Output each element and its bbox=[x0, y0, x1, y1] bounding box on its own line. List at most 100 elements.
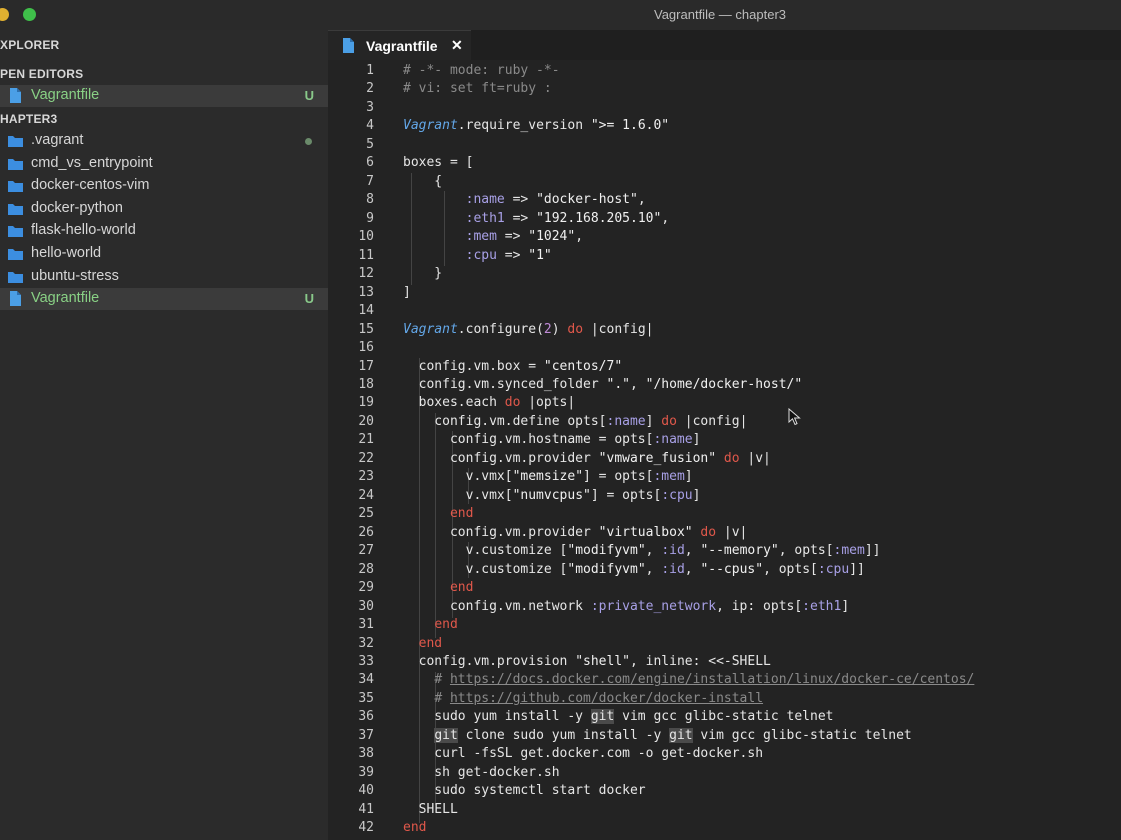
code-line[interactable]: # https://github.com/docker/docker-insta… bbox=[403, 690, 974, 708]
tree-item-ubuntu-stress[interactable]: ubuntu-stress bbox=[0, 266, 328, 288]
untracked-badge: U bbox=[304, 88, 314, 103]
code-line[interactable]: end bbox=[403, 505, 974, 523]
tree-item-hello-world[interactable]: hello-world bbox=[0, 243, 328, 265]
code-line[interactable]: end bbox=[403, 819, 974, 837]
folder-header-chapter3[interactable]: HAPTER3 bbox=[0, 112, 57, 126]
code-line[interactable]: :mem => "1024", bbox=[403, 228, 974, 246]
code-line[interactable] bbox=[403, 302, 974, 320]
code-line[interactable]: git clone sudo yum install -y git vim gc… bbox=[403, 727, 974, 745]
editor-tab-bar: Vagrantfile ✕ bbox=[328, 30, 1121, 61]
line-number: 1 bbox=[366, 63, 374, 78]
line-number: 27 bbox=[358, 543, 374, 559]
zoom-window-button[interactable] bbox=[23, 8, 36, 21]
tree-item-vagrantfile[interactable]: Vagrantfile U bbox=[0, 288, 328, 311]
tree-item-docker-centos-vim[interactable]: docker-centos-vim bbox=[0, 175, 328, 197]
tree-item-label: docker-centos-vim bbox=[31, 177, 150, 194]
code-line[interactable]: :name => "docker-host", bbox=[403, 191, 974, 209]
code-line[interactable]: v.vmx["memsize"] = opts[:mem] bbox=[403, 468, 974, 486]
folder-icon bbox=[8, 271, 23, 283]
line-number: 11 bbox=[358, 247, 374, 263]
open-editor-vagrantfile[interactable]: Vagrantfile U bbox=[0, 85, 328, 107]
code-line[interactable]: # vi: set ft=ruby : bbox=[403, 80, 974, 98]
line-number: 22 bbox=[358, 450, 374, 466]
folder-icon bbox=[8, 226, 23, 238]
line-number-gutter: 1 2 3 4 5 6 7 8 9 10 11 12 13 14 15 16 17 18 19 20 21 22 23 24 2… bbox=[328, 62, 374, 838]
minimize-window-button[interactable] bbox=[0, 8, 9, 21]
code-line[interactable]: config.vm.provider "vmware_fusion" do |v… bbox=[403, 450, 974, 468]
code-line[interactable]: v.customize ["modifyvm", :id, "--cpus", … bbox=[403, 561, 974, 579]
line-number: 17 bbox=[358, 358, 374, 374]
tree-item-label: docker-python bbox=[31, 199, 123, 216]
code-line[interactable]: # -*- mode: ruby -*- bbox=[403, 62, 974, 80]
open-editor-label: Vagrantfile bbox=[31, 87, 100, 103]
tree-item-flask-hello-world[interactable]: flask-hello-world bbox=[0, 220, 328, 242]
code-line[interactable]: end bbox=[403, 616, 974, 634]
file-icon bbox=[10, 88, 21, 103]
tree-item-cmd-vs-entrypoint[interactable]: cmd_vs_entrypoint bbox=[0, 153, 328, 175]
code-line[interactable] bbox=[403, 136, 974, 154]
code-line[interactable]: ] bbox=[403, 284, 974, 302]
line-number: 28 bbox=[358, 561, 374, 577]
code-line[interactable]: sudo yum install -y git vim gcc glibc-st… bbox=[403, 708, 974, 726]
line-number: 9 bbox=[366, 210, 374, 226]
line-number: 2 bbox=[366, 81, 374, 97]
code-line[interactable]: config.vm.provider "virtualbox" do |v| bbox=[403, 524, 974, 542]
code-line[interactable]: Vagrant.require_version ">= 1.6.0" bbox=[403, 117, 974, 135]
code-line[interactable]: Vagrant.configure(2) do |config| bbox=[403, 321, 974, 339]
code-line[interactable]: config.vm.synced_folder ".", "/home/dock… bbox=[403, 376, 974, 394]
folder-icon bbox=[8, 181, 23, 193]
tab-label: Vagrantfile bbox=[366, 38, 438, 54]
line-number: 31 bbox=[358, 617, 374, 633]
open-editors-header[interactable]: PEN EDITORS bbox=[0, 67, 83, 81]
code-line[interactable]: SHELL bbox=[403, 801, 974, 819]
title-bar: Vagrantfile — chapter3 bbox=[0, 0, 1121, 30]
line-number: 26 bbox=[358, 524, 374, 540]
code-line[interactable]: config.vm.hostname = opts[:name] bbox=[403, 431, 974, 449]
line-number: 3 bbox=[366, 99, 374, 115]
code-line[interactable]: # https://docs.docker.com/engine/install… bbox=[403, 671, 974, 689]
tree-item-label: hello-world bbox=[31, 245, 102, 261]
code-lines[interactable]: # -*- mode: ruby -*- # vi: set ft=ruby : V… bbox=[403, 62, 974, 838]
code-line[interactable]: curl -fsSL get.docker.com -o get-docker.… bbox=[403, 745, 974, 763]
line-number: 33 bbox=[358, 654, 374, 669]
tree-item-label: cmd_vs_entrypoint bbox=[31, 154, 153, 171]
line-number: 15 bbox=[358, 321, 374, 337]
line-number: 37 bbox=[358, 727, 374, 743]
code-line[interactable]: :cpu => "1" bbox=[403, 247, 974, 265]
line-number: 19 bbox=[358, 395, 374, 411]
file-icon bbox=[343, 38, 354, 53]
code-line[interactable]: config.vm.box = "centos/7" bbox=[403, 358, 974, 376]
close-icon[interactable]: ✕ bbox=[451, 37, 463, 54]
code-line[interactable]: v.vmx["numvcpus"] = opts[:cpu] bbox=[403, 487, 974, 505]
tab-vagrantfile[interactable]: Vagrantfile ✕ bbox=[328, 30, 471, 61]
code-line[interactable]: config.vm.network :private_network, ip: … bbox=[403, 598, 974, 616]
code-editor[interactable]: 1 2 3 4 5 6 7 8 9 10 11 12 13 14 15 16 17 18 19 20 21 22 23 24 2… bbox=[328, 60, 1121, 840]
code-line[interactable]: boxes = [ bbox=[403, 154, 974, 172]
line-number: 34 bbox=[358, 672, 374, 688]
line-number: 25 bbox=[358, 506, 374, 522]
line-number: 29 bbox=[358, 580, 374, 596]
code-line[interactable]: { bbox=[403, 173, 974, 191]
code-line[interactable]: v.customize ["modifyvm", :id, "--memory"… bbox=[403, 542, 974, 560]
folder-icon bbox=[8, 249, 23, 260]
code-line[interactable]: sh get-docker.sh bbox=[403, 764, 974, 782]
folder-icon bbox=[8, 203, 23, 215]
code-line[interactable]: :eth1 => "192.168.205.10", bbox=[403, 210, 974, 228]
line-number: 35 bbox=[358, 690, 374, 706]
code-line[interactable] bbox=[403, 99, 974, 117]
file-icon bbox=[10, 291, 21, 307]
code-line[interactable]: end bbox=[403, 635, 974, 653]
line-number: 6 bbox=[366, 155, 374, 171]
code-line[interactable]: config.vm.provision "shell", inline: <<-… bbox=[403, 653, 974, 671]
tree-item-vagrant-folder[interactable]: .vagrant bbox=[0, 130, 328, 152]
code-line[interactable]: end bbox=[403, 579, 974, 597]
code-line[interactable]: boxes.each do |opts| bbox=[403, 394, 974, 412]
explorer-title: XPLORER bbox=[0, 38, 60, 52]
line-number: 36 bbox=[358, 709, 374, 725]
line-number: 14 bbox=[358, 303, 374, 319]
tree-item-docker-python[interactable]: docker-python bbox=[0, 198, 328, 220]
code-line[interactable]: } bbox=[403, 265, 974, 283]
code-line[interactable] bbox=[403, 339, 974, 357]
code-line[interactable]: sudo systemctl start docker bbox=[403, 782, 974, 800]
code-line[interactable]: config.vm.define opts[:name] do |config| bbox=[403, 413, 974, 431]
